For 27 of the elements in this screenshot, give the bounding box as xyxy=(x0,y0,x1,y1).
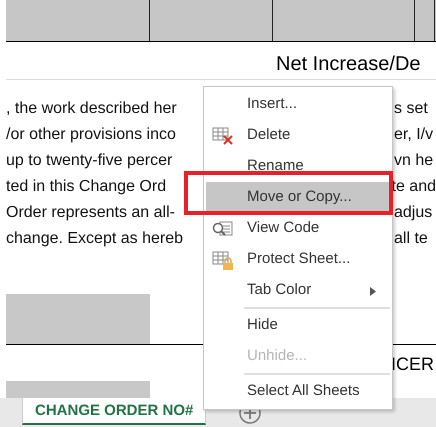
body-text: , the work described her xyxy=(5,99,178,119)
body-text: s set xyxy=(394,99,428,119)
body-text: ted in this Change Ord xyxy=(5,177,168,197)
menu-item[interactable]: Move or Copy... xyxy=(206,182,390,213)
body-text: all te xyxy=(394,229,428,249)
menu-item[interactable]: Rename xyxy=(206,151,390,182)
menu-item[interactable]: Insert... xyxy=(206,89,390,120)
menu-item[interactable]: View Code xyxy=(206,213,390,244)
body-text: /or other provisions inco xyxy=(5,125,177,145)
body-text: change. Except as hereb xyxy=(5,229,184,249)
body-text: Order represents an all- xyxy=(5,203,176,223)
table-delete-icon xyxy=(212,127,234,145)
menu-item[interactable]: Delete xyxy=(206,120,390,151)
menu-item[interactable]: Tab Color xyxy=(206,275,390,306)
menu-item[interactable]: Select All Sheets xyxy=(206,376,390,407)
body-text: er, I/v xyxy=(394,125,434,145)
body-text: adjus xyxy=(394,203,432,223)
table-lock-icon xyxy=(212,251,234,271)
body-text: up to twenty-five percer xyxy=(5,151,174,171)
search-document-icon xyxy=(212,220,234,238)
cell-text: ICER xyxy=(391,353,434,376)
menu-item[interactable]: Protect Sheet... xyxy=(206,244,390,275)
header-title: Net Increase/De xyxy=(276,52,421,77)
submenu-arrow-icon xyxy=(370,287,376,296)
body-text: vn he xyxy=(394,151,434,171)
menu-item[interactable]: Hide xyxy=(206,310,390,341)
sheet-tab[interactable]: CHANGE ORDER NO# xyxy=(22,398,206,425)
